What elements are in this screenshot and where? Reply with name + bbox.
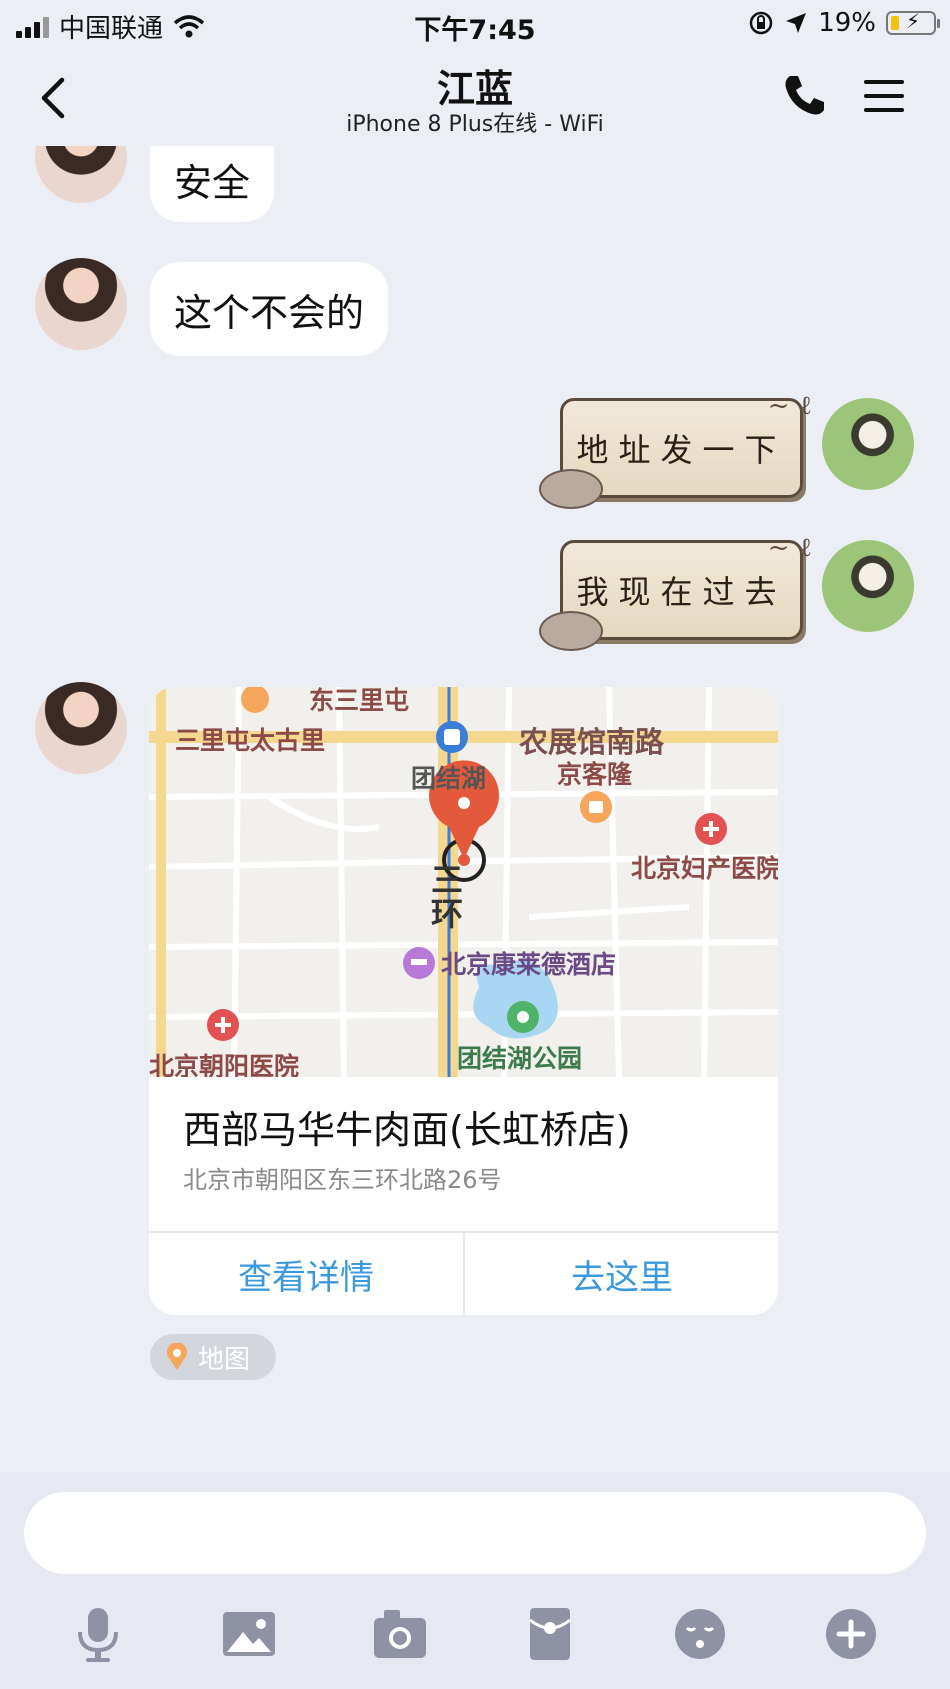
message-bubble-right[interactable]: ~ℓ 我现在过去 [539,533,812,651]
contact-avatar[interactable] [35,146,127,203]
map-tag-label: 地图 [198,1344,251,1375]
message-text: 地址发一下 [576,431,787,469]
map-label: 东三里屯 [309,687,410,715]
charging-bolt-icon: ⚡ [906,9,921,33]
image-icon[interactable] [219,1604,279,1664]
camera-icon[interactable] [370,1604,430,1664]
chat-header: 江蓝 iPhone 8 Plus在线 - WiFi [0,48,950,146]
emoji-icon[interactable] [670,1604,730,1664]
battery-icon: ⚡ [886,9,940,35]
status-bar: 中国联通 下午7:45 19% ⚡ [0,0,950,48]
contact-avatar[interactable] [35,258,127,350]
location-arrow-icon [786,13,807,33]
map-preview[interactable]: 东三里屯 三里屯太古里 农展馆南路 团结湖 京客隆 北京妇产医院 三 环 北京康… [149,687,778,1077]
map-label: 北京妇产医院 [631,854,778,883]
message-bubble-left[interactable]: 安全 [150,146,275,222]
red-packet-icon[interactable] [520,1604,580,1664]
orientation-lock-icon [749,11,773,35]
decoration-cat-icon [539,469,603,509]
message-text: 安全 [174,160,251,205]
view-details-button[interactable]: 查看详情 [149,1233,463,1315]
place-name: 西部马华牛肉面(长虹桥店) [183,1108,631,1152]
battery-fill [891,16,899,30]
message-bubble-right[interactable]: ~ℓ 地址发一下 [539,391,812,509]
decoration-cat-icon [539,611,603,651]
message-input[interactable] [24,1492,926,1574]
navigate-here-button[interactable]: 去这里 [465,1233,778,1315]
message-text: 我现在过去 [576,573,787,611]
map-label: 团结湖公园 [457,1044,583,1073]
my-avatar[interactable] [822,398,914,490]
input-bar [0,1472,950,1689]
menu-icon[interactable] [862,74,906,118]
contact-avatar[interactable] [35,682,127,774]
map-pin-icon [167,1343,187,1370]
my-avatar[interactable] [822,540,914,632]
location-card[interactable]: 东三里屯 三里屯太古里 农展馆南路 团结湖 京客隆 北京妇产医院 三 环 北京康… [149,687,778,1315]
map-label: 团结湖 [411,764,487,793]
input-toolbar [0,1604,950,1674]
plus-icon[interactable] [821,1604,881,1664]
map-source-tag[interactable]: 地图 [150,1334,276,1380]
message-text: 这个不会的 [174,290,365,335]
map-label: 三里屯太古里 [175,726,326,755]
map-label: 京客隆 [557,760,633,789]
message-bubble-left[interactable]: 这个不会的 [150,262,389,356]
battery-percent: 19% [818,8,876,38]
chat-message-list[interactable]: 安全 这个不会的 ~ℓ 地址发一下 ~ℓ 我现在过去 东三里屯 三里屯太古里 农… [0,146,950,1472]
map-label: 北京康莱德酒店 [441,950,617,979]
microphone-icon[interactable] [68,1604,128,1664]
phone-icon[interactable] [780,72,828,120]
place-address: 北京市朝阳区东三环北路26号 [183,1166,502,1194]
map-label: 环 [431,895,464,933]
map-label: 北京朝阳医院 [149,1052,300,1077]
